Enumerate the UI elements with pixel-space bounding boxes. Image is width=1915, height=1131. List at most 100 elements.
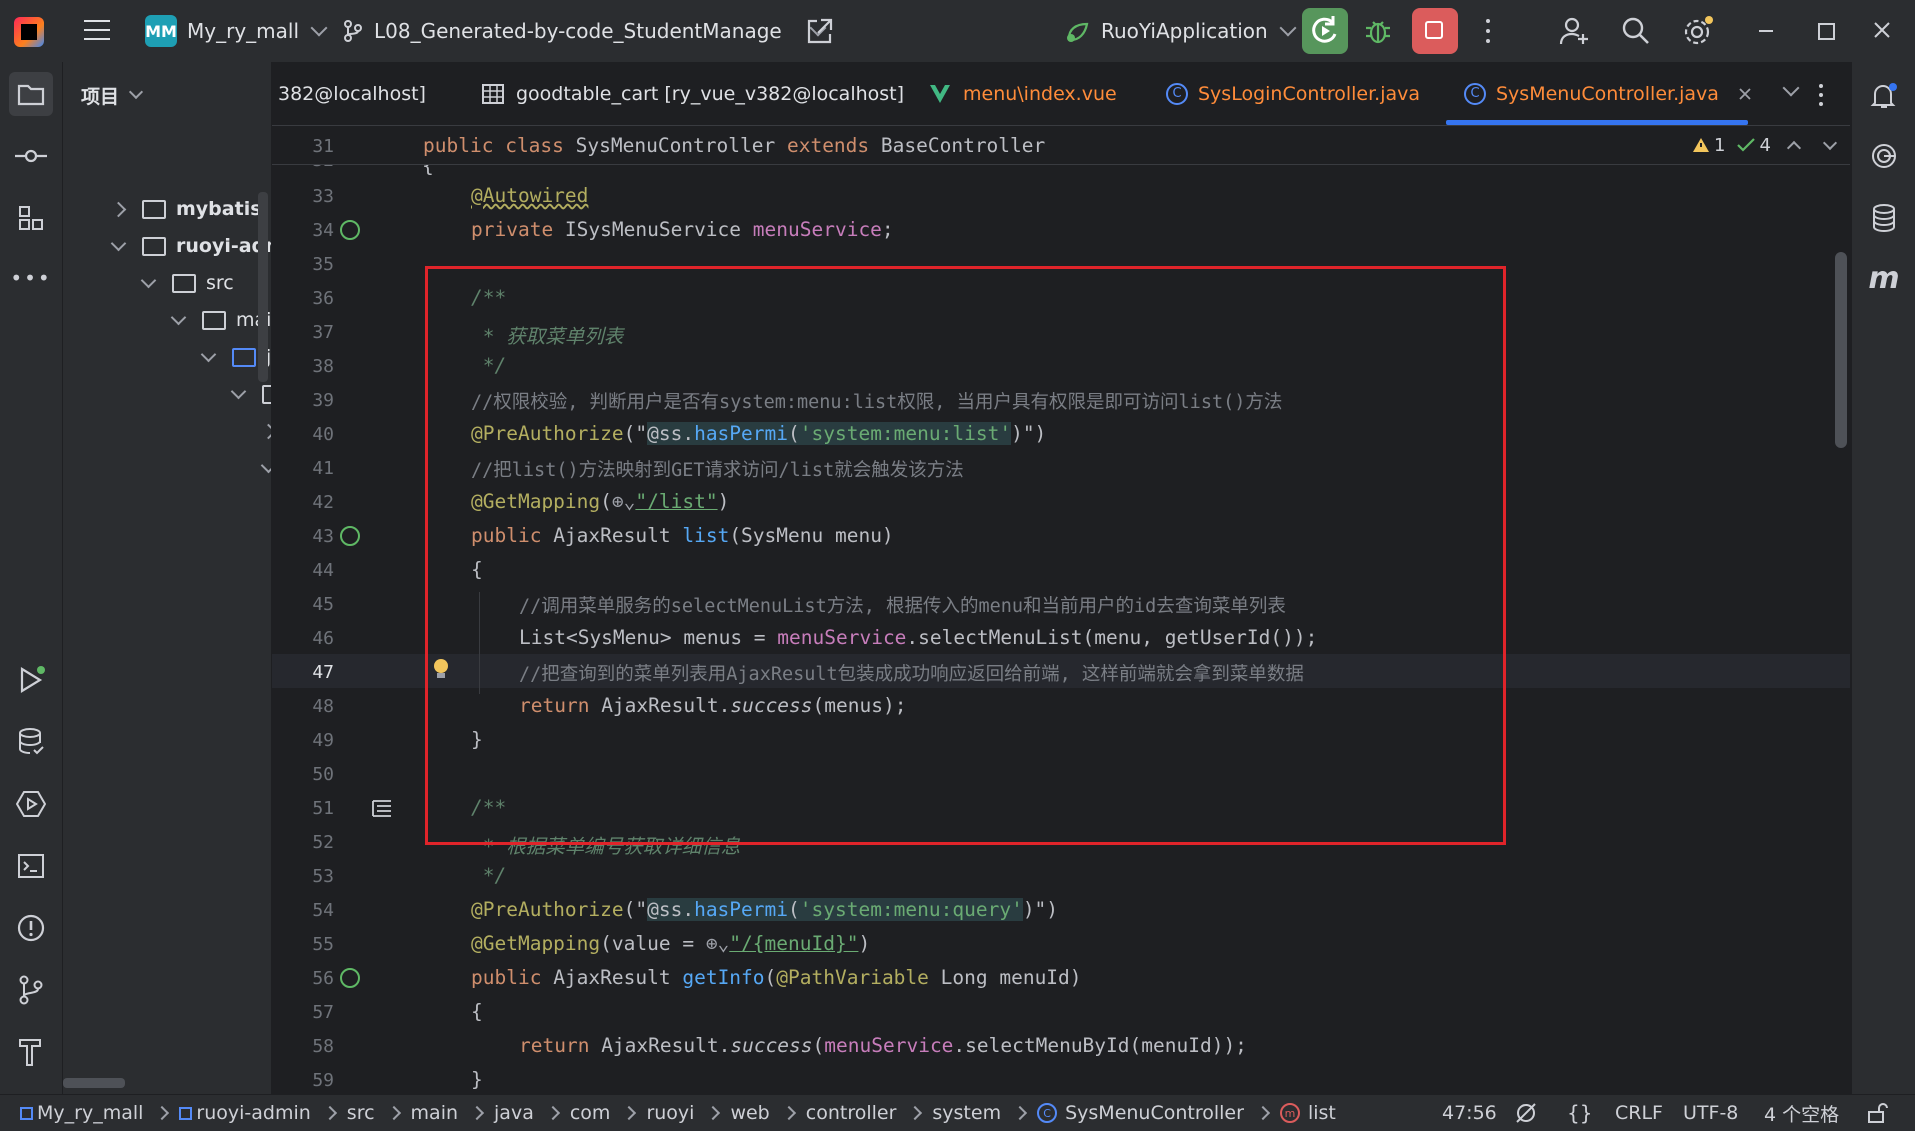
tab-menu-index-vue[interactable]: menu\index.vue xyxy=(929,62,1117,125)
breadcrumb-item[interactable]: SysMenuController xyxy=(1065,1102,1244,1124)
settings-icon[interactable] xyxy=(1682,15,1714,47)
next-highlight-icon[interactable] xyxy=(1822,135,1837,151)
tree-item-main[interactable]: mair xyxy=(170,305,271,335)
braces-icon[interactable]: {} xyxy=(1567,1095,1592,1131)
open-external-icon[interactable] xyxy=(805,16,835,46)
ai-assistant-icon xyxy=(1872,144,1896,168)
ai-assistant-button[interactable] xyxy=(1866,138,1902,174)
breadcrumb-item[interactable]: My_ry_mall xyxy=(37,1102,143,1124)
services-tool-button[interactable] xyxy=(13,786,49,822)
tab-more-icon[interactable] xyxy=(1819,84,1823,106)
web-globe-icon[interactable]: ⊕⌄ xyxy=(706,932,729,955)
run-tool-button[interactable] xyxy=(13,662,49,698)
build-tool-button[interactable] xyxy=(13,1034,49,1070)
tab-sysloginController[interactable]: C SysLoginController.java xyxy=(1166,62,1420,125)
line-number: 42 xyxy=(312,492,334,513)
breadcrumb-item[interactable]: web xyxy=(730,1102,769,1124)
indent-setting[interactable]: 4 个空格 xyxy=(1764,1095,1839,1131)
class-icon: C xyxy=(1037,1103,1058,1123)
tree-item-label: ruoyi-admi xyxy=(176,235,271,257)
run-icon xyxy=(20,666,45,693)
run-config-widget[interactable]: RuoYiApplication xyxy=(1063,0,1297,62)
tree-item-ruoyi-admin[interactable]: ruoyi-admi xyxy=(110,231,271,261)
services-icon xyxy=(16,791,46,817)
project-panel-header[interactable]: 项目 xyxy=(81,80,144,110)
previous-highlight-icon[interactable] xyxy=(1786,140,1801,156)
structure-icon xyxy=(19,206,43,230)
rerun-button[interactable] xyxy=(1302,8,1348,54)
inspection-off-icon[interactable] xyxy=(1514,1095,1538,1131)
project-panel: 项目 mybatis ruoyi-admi src mair ja xyxy=(63,62,271,1094)
close-tab-icon[interactable] xyxy=(1739,87,1751,100)
add-user-icon[interactable] xyxy=(1559,16,1591,46)
horizontal-scrollbar[interactable] xyxy=(63,1078,125,1088)
intellij-logo-icon[interactable] xyxy=(14,17,44,47)
project-tool-button[interactable] xyxy=(9,72,53,116)
editor-scrollbar[interactable] xyxy=(1835,252,1847,448)
tree-item-expanded[interactable] xyxy=(260,453,271,483)
database-tool-button[interactable] xyxy=(13,724,49,760)
project-widget[interactable]: MM My_ry_mall xyxy=(145,0,328,62)
breadcrumb-item[interactable]: list xyxy=(1308,1102,1336,1124)
tree-item-src[interactable]: src xyxy=(140,268,234,298)
line-number: 59 xyxy=(312,1070,334,1091)
stop-button[interactable] xyxy=(1412,8,1458,54)
line-number: 55 xyxy=(312,934,334,955)
breadcrumb-item[interactable]: com xyxy=(570,1102,611,1124)
collapse-arrow-icon xyxy=(110,235,127,251)
caret-position[interactable]: 47:56 xyxy=(1442,1095,1497,1131)
breadcrumb-item[interactable]: ruoyi xyxy=(646,1102,694,1124)
tab-database-console[interactable]: 382@localhost] xyxy=(278,62,426,125)
database-panel-button[interactable] xyxy=(1866,200,1902,236)
problems-tool-button[interactable] xyxy=(13,910,49,946)
minimize-icon[interactable] xyxy=(1759,30,1773,32)
endpoint-gutter-icon[interactable] xyxy=(340,968,360,988)
breadcrumb-item[interactable]: src xyxy=(347,1102,375,1124)
notifications-button[interactable] xyxy=(1866,78,1902,114)
method-icon: m xyxy=(1279,1103,1300,1123)
breadcrumb-item[interactable]: main xyxy=(411,1102,458,1124)
tab-label: SysLoginController.java xyxy=(1198,82,1421,105)
vue-icon xyxy=(930,84,950,103)
maximize-icon[interactable] xyxy=(1818,23,1835,40)
file-encoding[interactable]: UTF-8 xyxy=(1683,1095,1738,1131)
breadcrumb-item[interactable]: java xyxy=(494,1102,534,1124)
terminal-tool-button[interactable] xyxy=(13,848,49,884)
chevron-right-icon xyxy=(781,1105,796,1121)
project-panel-title: 项目 xyxy=(81,85,120,108)
more-tools-icon[interactable]: ••• xyxy=(10,260,49,296)
maven-button[interactable]: m xyxy=(1866,260,1902,296)
tab-label: SysMenuController.java xyxy=(1496,82,1719,105)
close-icon[interactable] xyxy=(1874,22,1890,38)
structure-tool-button[interactable] xyxy=(13,200,49,236)
folder-icon xyxy=(17,84,45,106)
doc-render-icon[interactable] xyxy=(371,798,393,818)
breadcrumb-item[interactable]: system xyxy=(932,1102,1001,1124)
tab-goodtable-cart[interactable]: goodtable_cart [ry_vue_v382@localhost] xyxy=(482,62,904,125)
terminal-icon xyxy=(18,854,44,878)
endpoint-gutter-icon[interactable] xyxy=(340,526,360,546)
code-line: } xyxy=(471,1068,483,1091)
autowired-bean-gutter-icon[interactable] xyxy=(340,220,360,240)
project-panel-scrollbar[interactable] xyxy=(258,192,268,382)
vcs-branch-widget[interactable]: L08_Generated-by-code_StudentManage xyxy=(342,0,827,62)
more-actions-icon[interactable] xyxy=(1486,18,1492,44)
tree-item-collapsed[interactable] xyxy=(260,416,271,446)
indent-setting-label: 4 个空格 xyxy=(1764,1103,1840,1126)
debug-icon[interactable] xyxy=(1363,16,1393,46)
line-ending[interactable]: CRLF xyxy=(1615,1095,1663,1131)
tab-list-chevron-icon[interactable] xyxy=(1782,79,1800,97)
main-menu-icon[interactable] xyxy=(84,20,110,42)
search-icon[interactable] xyxy=(1621,16,1651,46)
sticky-class-header[interactable]: 31 public class SysMenuController extend… xyxy=(272,126,1850,165)
tab-sysmenucontroller[interactable]: C SysMenuController.java xyxy=(1464,62,1751,125)
tree-item-package[interactable] xyxy=(230,379,271,409)
breadcrumb-item[interactable]: controller xyxy=(806,1102,897,1124)
commit-tool-button[interactable] xyxy=(13,138,49,174)
tree-item-mybatis[interactable]: mybatis xyxy=(110,194,262,224)
git-tool-button[interactable] xyxy=(13,972,49,1008)
inspection-widget[interactable]: 1 4 xyxy=(1692,132,1837,158)
lock-icon[interactable] xyxy=(1866,1095,1888,1131)
chevron-down-icon xyxy=(1279,19,1297,37)
breadcrumb-item[interactable]: ruoyi-admin xyxy=(196,1102,310,1124)
